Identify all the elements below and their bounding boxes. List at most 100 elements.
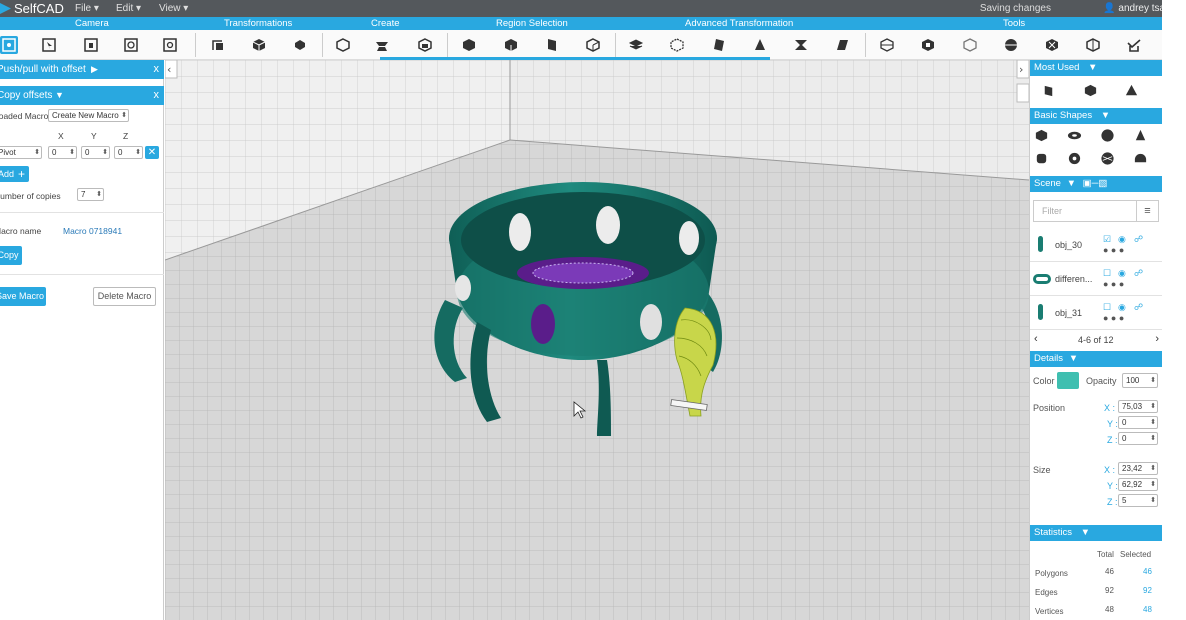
position-x-input[interactable]: 75,03	[1118, 400, 1158, 413]
remesh-tool[interactable]	[1043, 36, 1061, 54]
delete-macro-button[interactable]: Delete Macro	[93, 287, 156, 306]
scene-canvas[interactable]: ‹ ›	[165, 60, 1029, 620]
push-pull-header[interactable]: Push/pull with offset ▶ x	[0, 60, 164, 79]
eye-icon[interactable]: ◉	[1118, 302, 1126, 313]
hollow-tool[interactable]	[919, 36, 937, 54]
lock-icon[interactable]: ☍	[1134, 268, 1143, 279]
most-used-cube-1[interactable]	[1040, 82, 1056, 98]
shape-sphere[interactable]	[1099, 127, 1115, 143]
move-tool[interactable]	[209, 36, 227, 54]
select-edge-tool[interactable]	[502, 36, 520, 54]
pivot-y-input[interactable]: 0	[81, 146, 110, 159]
add-button[interactable]: Add +	[0, 166, 29, 182]
checkbox-icon[interactable]: ☐	[1103, 268, 1111, 279]
category-tools[interactable]: Tools	[1003, 17, 1025, 30]
copy-offsets-header[interactable]: Copy offsets ▼ x	[0, 86, 164, 105]
shape-icosphere[interactable]	[1099, 150, 1115, 166]
details-header[interactable]: Details ▼	[1030, 351, 1163, 367]
checkbox-icon[interactable]: ☑	[1103, 234, 1111, 245]
smooth-tool[interactable]	[833, 36, 851, 54]
rotate-view-tool[interactable]	[122, 36, 140, 54]
shape-tube[interactable]	[1066, 150, 1082, 166]
export-icon[interactable]: ● ● ●	[1103, 313, 1124, 323]
chevron-right-icon[interactable]: ›	[1155, 333, 1159, 345]
size-x-input[interactable]: 23,42	[1118, 462, 1158, 475]
rotate-tool[interactable]	[250, 36, 268, 54]
category-advanced-transformation[interactable]: Advanced Transformation	[685, 17, 793, 30]
select-face-tool[interactable]	[460, 36, 478, 54]
eye-icon[interactable]: ◉	[1118, 234, 1126, 245]
shape-cube[interactable]	[1033, 127, 1049, 143]
scene-header[interactable]: Scene ▼ ▣─▧	[1030, 176, 1163, 192]
category-camera[interactable]: Camera	[75, 17, 109, 30]
scale-tool[interactable]	[291, 36, 309, 54]
basic-shapes-header[interactable]: Basic Shapes ▼	[1030, 108, 1163, 124]
lock-icon[interactable]: ☍	[1134, 234, 1143, 245]
menu-file[interactable]: File ▾	[75, 0, 99, 17]
pan-tool[interactable]	[82, 36, 100, 54]
scene-object-row[interactable]: obj_31 ☐ ◉ ☍ ● ● ●	[1030, 296, 1163, 330]
lock-icon[interactable]: ☍	[1134, 302, 1143, 313]
position-z-input[interactable]: 0	[1118, 432, 1158, 445]
close-copy-offsets-button[interactable]: x	[154, 86, 160, 105]
scene-filter-input[interactable]: Filter ≡	[1033, 200, 1159, 222]
number-of-copies-input[interactable]: 7	[77, 188, 104, 201]
menu-edit[interactable]: Edit ▾	[116, 0, 141, 17]
zoom-tool[interactable]	[161, 36, 179, 54]
scene-object-row[interactable]: obj_30 ☑ ◉ ☍ ● ● ●	[1030, 228, 1163, 262]
shape-cylinder[interactable]	[1033, 150, 1049, 166]
copy-button[interactable]: Copy	[0, 246, 22, 265]
size-y-input[interactable]: 62,92	[1118, 478, 1158, 491]
shape-hemisphere[interactable]	[1132, 150, 1148, 166]
generate-tool[interactable]	[1125, 36, 1143, 54]
3d-viewport[interactable]: ‹ ›	[165, 60, 1029, 620]
category-transformations[interactable]: Transformations	[224, 17, 292, 30]
select-view-tool[interactable]	[40, 36, 58, 54]
select-object-tool[interactable]	[584, 36, 602, 54]
boolean-tool[interactable]	[627, 36, 645, 54]
shape-tool[interactable]	[373, 36, 391, 54]
sphere-tool[interactable]	[1002, 36, 1020, 54]
taper-tool[interactable]	[751, 36, 769, 54]
export-icon[interactable]: ● ● ●	[1103, 245, 1124, 255]
color-swatch[interactable]	[1057, 372, 1079, 389]
most-used-cone[interactable]	[1123, 82, 1139, 98]
export-icon[interactable]: ● ● ●	[1103, 279, 1124, 289]
pivot-select[interactable]: Pivot	[0, 146, 42, 159]
pattern-tool[interactable]	[668, 36, 686, 54]
most-used-cube-2[interactable]	[1082, 82, 1098, 98]
slice-tool[interactable]	[878, 36, 896, 54]
category-region-selection[interactable]: Region Selection	[496, 17, 568, 30]
play-icon[interactable]: ▶	[91, 60, 98, 79]
sculpt-tool[interactable]	[416, 36, 434, 54]
scene-object-row[interactable]: differen... ☐ ◉ ☍ ● ● ●	[1030, 262, 1163, 296]
shape-torus[interactable]	[1066, 127, 1082, 143]
extrude-tool[interactable]	[334, 36, 352, 54]
macro-name-value[interactable]: Macro 0718941	[63, 226, 122, 236]
position-y-input[interactable]: 0	[1118, 416, 1158, 429]
twist-tool[interactable]	[710, 36, 728, 54]
select-vertex-tool[interactable]	[543, 36, 561, 54]
save-macro-button[interactable]: Save Macro	[0, 287, 46, 306]
chevron-left-icon[interactable]: ‹	[1034, 333, 1038, 345]
clear-pivot-button[interactable]: ✕	[145, 146, 159, 159]
category-create[interactable]: Create	[371, 17, 400, 30]
split-tool[interactable]	[1084, 36, 1102, 54]
pivot-x-input[interactable]: 0	[48, 146, 77, 159]
scene-view-toggle-icon[interactable]: ▣─▧	[1083, 178, 1108, 189]
menu-view[interactable]: View ▾	[159, 0, 188, 17]
magic-fix-tool[interactable]	[961, 36, 979, 54]
filter-icon[interactable]: ≡	[1136, 201, 1158, 221]
shape-cone[interactable]	[1132, 127, 1148, 143]
most-used-header[interactable]: Most Used ▼	[1030, 60, 1163, 76]
bend-tool[interactable]	[792, 36, 810, 54]
app-logo[interactable]: SelfCAD	[0, 0, 64, 17]
loaded-macro-select[interactable]: Create New Macro	[48, 109, 129, 122]
caret-down-icon[interactable]: ▼	[55, 86, 64, 105]
statistics-header[interactable]: Statistics ▼	[1030, 525, 1163, 541]
fit-view-tool[interactable]	[0, 36, 18, 54]
eye-icon[interactable]: ◉	[1118, 268, 1126, 279]
size-z-input[interactable]: 5	[1118, 494, 1158, 507]
pivot-z-input[interactable]: 0	[114, 146, 143, 159]
checkbox-icon[interactable]: ☐	[1103, 302, 1111, 313]
